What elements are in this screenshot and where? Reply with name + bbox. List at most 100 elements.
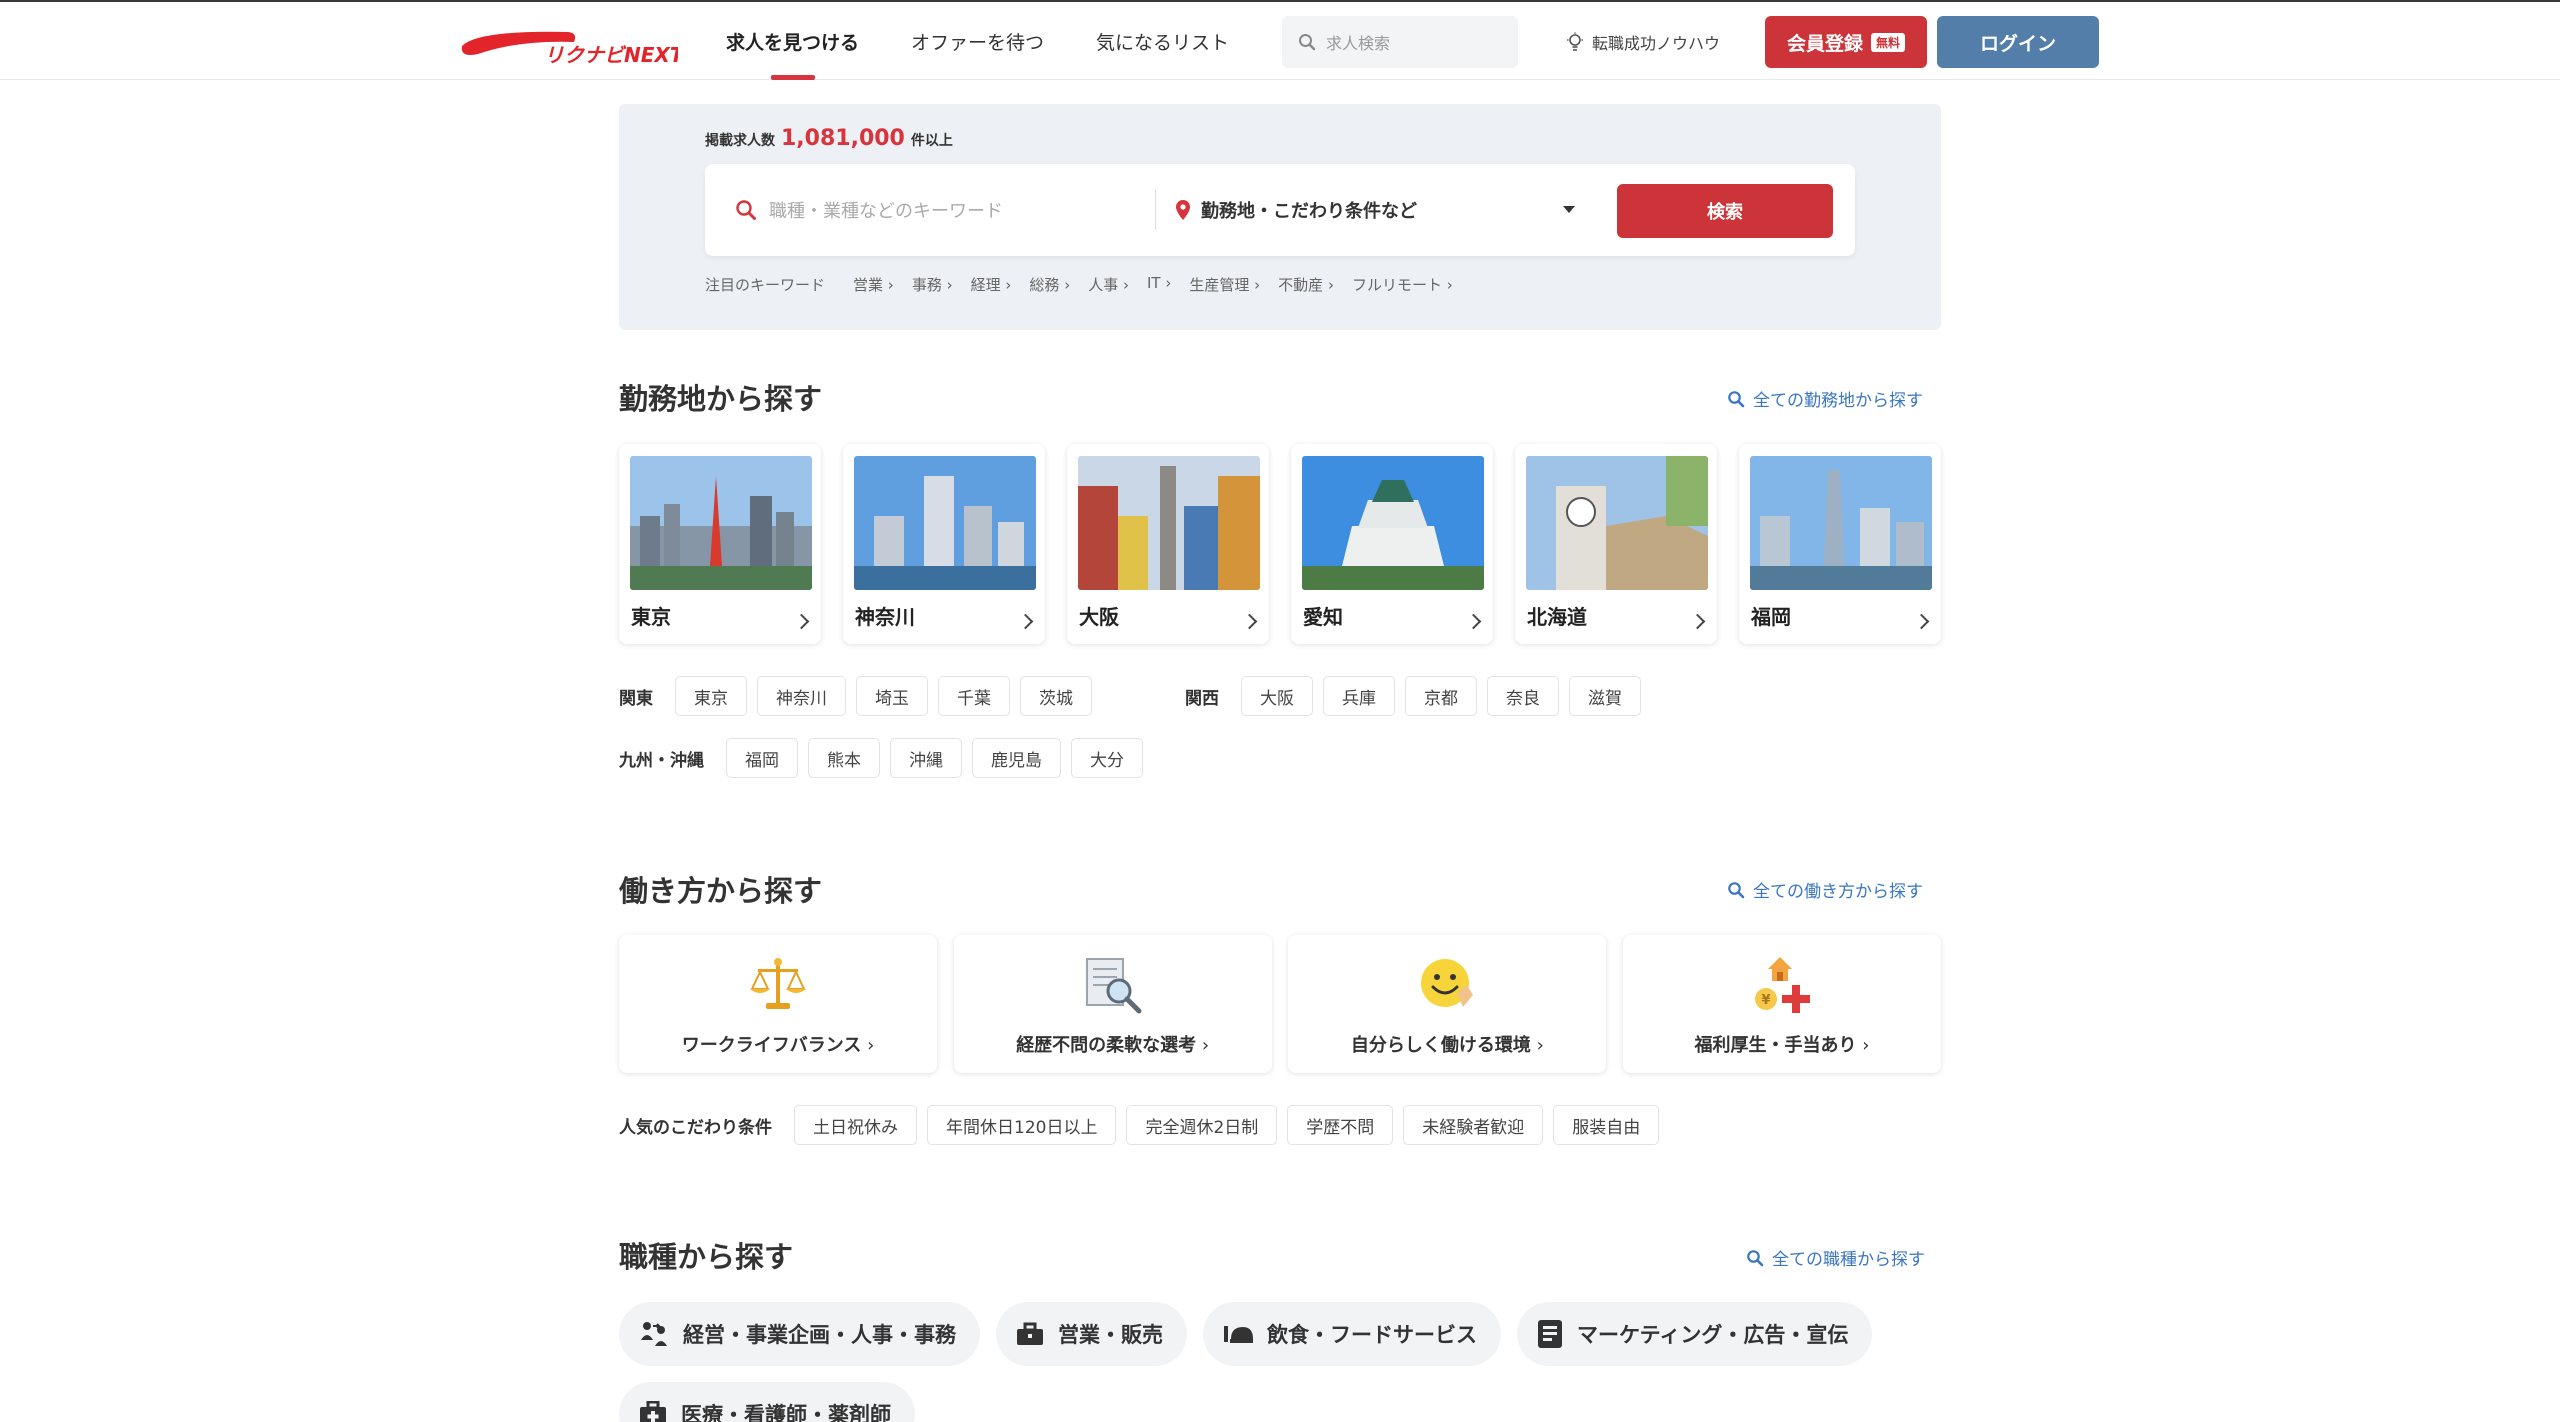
prefecture-chip[interactable]: 沖縄	[890, 738, 962, 778]
map-pin-icon	[1176, 200, 1190, 220]
people-icon	[641, 1322, 667, 1346]
nav-find-jobs[interactable]: 求人を見つける	[700, 2, 885, 80]
area-cards: 東京 神奈川 大阪 愛知 北海道 福岡	[619, 444, 1941, 644]
area-card-osaka[interactable]: 大阪	[1067, 444, 1269, 644]
trend-keyword-link[interactable]: 事務	[912, 274, 953, 295]
osaka-photo	[1078, 456, 1260, 590]
trend-keyword-link[interactable]: 経理	[971, 274, 1012, 295]
header-search-placeholder: 求人検索	[1326, 34, 1391, 53]
kanagawa-photo	[854, 456, 1036, 590]
register-button[interactable]: 会員登録 無料	[1765, 16, 1927, 68]
main-nav: 求人を見つける オファーを待つ 気になるリスト	[700, 2, 1255, 80]
area-card-kanagawa[interactable]: 神奈川	[843, 444, 1045, 644]
trend-keyword-link[interactable]: 総務	[1029, 274, 1070, 295]
prefecture-chip[interactable]: 東京	[675, 676, 747, 716]
popular-label: 人気のこだわり条件	[619, 1117, 772, 1138]
prefecture-chip[interactable]: 福岡	[726, 738, 798, 778]
hero-search-panel: 掲載求人数 1,081,000 件以上 職種・業種などのキーワード 勤務地・こだ…	[619, 104, 1941, 330]
prefecture-chip[interactable]: 茨城	[1020, 676, 1092, 716]
prefecture-chip[interactable]: 兵庫	[1323, 676, 1395, 716]
condition-chip[interactable]: 未経験者歓迎	[1403, 1105, 1544, 1145]
free-badge: 無料	[1871, 32, 1906, 52]
prefecture-chip[interactable]: 滋賀	[1569, 676, 1641, 716]
fukuoka-photo	[1750, 456, 1932, 590]
trend-keyword-link[interactable]: 不動産	[1278, 274, 1334, 295]
search-icon	[736, 200, 756, 220]
keyword-input[interactable]: 職種・業種などのキーワード	[735, 164, 1003, 256]
trend-keyword-link[interactable]: 生産管理	[1189, 274, 1260, 295]
workstyle-card[interactable]: ¥ 福利厚生・手当あり	[1622, 935, 1941, 1073]
medical-bag-icon	[640, 1401, 666, 1422]
smile-icon	[1415, 953, 1479, 1017]
trend-keyword-link[interactable]: 営業	[853, 274, 894, 295]
popular-conditions: 人気のこだわり条件 土日祝休み 年間休日120日以上 完全週休2日制 学歴不問 …	[619, 1105, 1669, 1145]
prefecture-chip[interactable]: 大阪	[1241, 676, 1313, 716]
occupation-pill[interactable]: 医療・看護師・薬剤師	[619, 1382, 915, 1422]
area-card-fukuoka[interactable]: 福岡	[1739, 444, 1941, 644]
prefecture-chip[interactable]: 千葉	[938, 676, 1010, 716]
trend-keyword-link[interactable]: 人事	[1088, 274, 1129, 295]
workstyle-card[interactable]: 自分らしく働ける環境	[1288, 935, 1607, 1073]
chevron-right-icon	[1017, 613, 1034, 630]
condition-chip[interactable]: 学歴不問	[1287, 1105, 1394, 1145]
nav-favorites[interactable]: 気になるリスト	[1070, 2, 1255, 80]
prefecture-chip[interactable]: 熊本	[808, 738, 880, 778]
area-card-tokyo[interactable]: 東京	[619, 444, 821, 644]
chevron-down-icon[interactable]	[1563, 206, 1575, 213]
tokyo-photo	[630, 456, 812, 590]
job-search-bar: 職種・業種などのキーワード 勤務地・こだわり条件など 検索	[705, 164, 1855, 256]
aichi-photo	[1302, 456, 1484, 590]
workstyle-card[interactable]: 経歴不問の柔軟な選考	[953, 935, 1272, 1073]
workstyle-label: 福利厚生・手当あり	[1623, 1031, 1941, 1057]
prefecture-chip[interactable]: 大分	[1071, 738, 1143, 778]
job-count: 掲載求人数 1,081,000 件以上	[705, 126, 953, 151]
site-header: リクナビNEXT 求人を見つける オファーを待つ 気になるリスト 求人検索 転職…	[0, 2, 2560, 80]
kanto-prefectures: 関東 東京 神奈川 埼玉 千葉 茨城	[619, 676, 1102, 716]
kansai-label: 関西	[1185, 688, 1219, 709]
prefecture-chip[interactable]: 埼玉	[856, 676, 928, 716]
all-occupations-link[interactable]: 全ての職種から探す	[1746, 1245, 1925, 1270]
document-search-icon	[1081, 953, 1145, 1017]
condition-chip[interactable]: 服装自由	[1553, 1105, 1660, 1145]
prefecture-chip[interactable]: 鹿児島	[972, 738, 1061, 778]
condition-chip[interactable]: 土日祝休み	[794, 1105, 917, 1145]
prefecture-chip[interactable]: 京都	[1405, 676, 1477, 716]
area-card-hokkaido[interactable]: 北海道	[1515, 444, 1717, 644]
occupation-row-1: 経営・事業企画・人事・事務 営業・販売 飲食・フードサービス マーケティング・広…	[619, 1302, 1888, 1366]
occupation-pill[interactable]: マーケティング・広告・宣伝	[1517, 1302, 1873, 1366]
all-workstyles-label: 全ての働き方から探す	[1753, 882, 1923, 902]
nav-wait-offers[interactable]: オファーを待つ	[885, 2, 1070, 80]
condition-chip[interactable]: 年間休日120日以上	[927, 1105, 1117, 1145]
occupation-pill[interactable]: 経営・事業企画・人事・事務	[619, 1302, 980, 1366]
search-icon	[1299, 34, 1316, 51]
workstyle-section-title: 働き方から探す	[619, 874, 823, 908]
trend-keyword-link[interactable]: IT	[1147, 274, 1171, 295]
area-card-aichi[interactable]: 愛知	[1291, 444, 1493, 644]
svg-text:リクナビNEXT: リクナビNEXT	[544, 43, 678, 67]
site-logo[interactable]: リクナビNEXT	[458, 24, 685, 68]
all-areas-link[interactable]: 全ての勤務地から探す	[1727, 386, 1923, 411]
prefecture-chip[interactable]: 奈良	[1487, 676, 1559, 716]
trending-label: 注目のキーワード	[705, 276, 826, 294]
prefecture-chip[interactable]: 神奈川	[757, 676, 846, 716]
workstyle-card[interactable]: ワークライフバランス	[619, 935, 937, 1073]
all-workstyles-link[interactable]: 全ての働き方から探す	[1727, 877, 1923, 902]
location-select[interactable]: 勤務地・こだわり条件など	[1175, 164, 1417, 256]
area-name: 北海道	[1527, 605, 1587, 629]
occupation-pill[interactable]: 営業・販売	[996, 1302, 1187, 1366]
briefcase-icon	[1017, 1322, 1043, 1345]
workstyle-label: 自分らしく働ける環境	[1288, 1031, 1606, 1057]
condition-chip[interactable]: 完全週休2日制	[1126, 1105, 1278, 1145]
area-section-title: 勤務地から探す	[619, 382, 823, 416]
login-button[interactable]: ログイン	[1937, 16, 2099, 68]
header-search-input[interactable]: 求人検索	[1282, 16, 1518, 68]
scale-icon	[746, 953, 810, 1017]
search-button[interactable]: 検索	[1617, 184, 1833, 238]
knowhow-link[interactable]: 転職成功ノウハウ	[1566, 16, 1720, 68]
area-name: 大阪	[1079, 605, 1119, 629]
occupation-label: 飲食・フードサービス	[1267, 1323, 1477, 1347]
workstyle-label: 経歴不問の柔軟な選考	[954, 1031, 1272, 1057]
area-name: 愛知	[1303, 605, 1343, 629]
trend-keyword-link[interactable]: フルリモート	[1352, 274, 1453, 295]
occupation-pill[interactable]: 飲食・フードサービス	[1203, 1302, 1501, 1366]
